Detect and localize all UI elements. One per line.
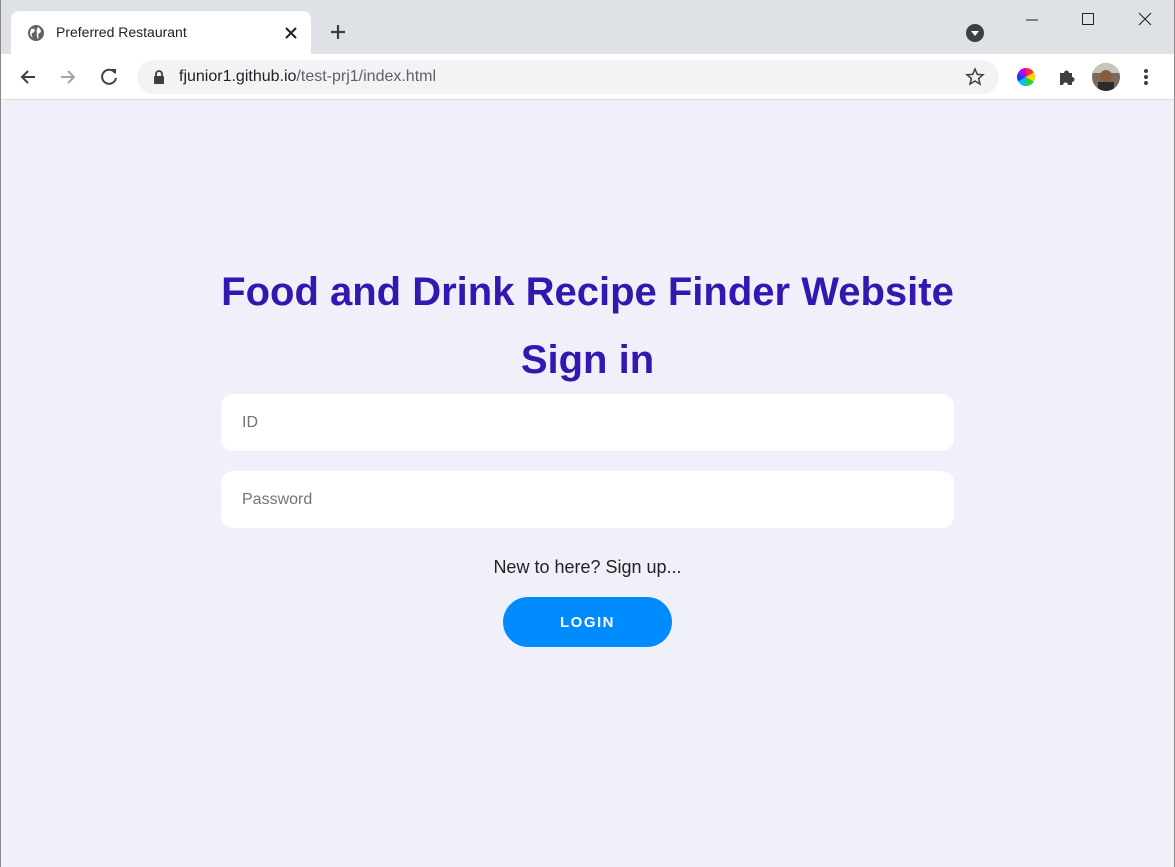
- window-border-left: [0, 0, 1, 867]
- login-button[interactable]: LOGIN: [503, 597, 672, 647]
- url-text[interactable]: fjunior1.github.io/test-prj1/index.html: [179, 68, 436, 86]
- avatar[interactable]: [1092, 63, 1120, 91]
- close-icon[interactable]: [281, 23, 301, 43]
- site-title: Food and Drink Recipe Finder Website: [221, 270, 954, 314]
- url-host: fjunior1.github.io: [179, 68, 297, 85]
- plus-icon[interactable]: [326, 20, 350, 44]
- id-input[interactable]: [221, 394, 954, 451]
- lock-icon[interactable]: [152, 70, 166, 84]
- browser-tab[interactable]: Preferred Restaurant: [11, 11, 311, 54]
- maximize-icon[interactable]: [1068, 6, 1108, 34]
- reload-icon[interactable]: [96, 64, 122, 90]
- page-viewport: Food and Drink Recipe Finder Website Sig…: [0, 100, 1175, 867]
- browser-toolbar: fjunior1.github.io/test-prj1/index.html: [0, 54, 1175, 100]
- tab-title: Preferred Restaurant: [56, 24, 187, 40]
- minimize-icon[interactable]: [1012, 6, 1052, 34]
- url-path: /test-prj1/index.html: [296, 68, 437, 85]
- signup-link[interactable]: New to here? Sign up...: [0, 557, 1175, 578]
- color-wheel-icon[interactable]: [1016, 67, 1036, 87]
- kebab-menu-icon[interactable]: [1136, 65, 1156, 89]
- arrow-left-icon[interactable]: [15, 64, 41, 90]
- puzzle-icon[interactable]: [1056, 66, 1078, 88]
- globe-icon: [27, 24, 45, 42]
- close-icon[interactable]: [1125, 6, 1165, 34]
- star-icon[interactable]: [965, 67, 985, 87]
- chevron-down-circle-icon[interactable]: [965, 23, 985, 43]
- signin-title: Sign in: [520, 338, 655, 382]
- password-input[interactable]: [221, 471, 954, 528]
- arrow-right-icon[interactable]: [55, 64, 81, 90]
- tab-strip: Preferred Restaurant: [0, 0, 1175, 54]
- address-bar[interactable]: fjunior1.github.io/test-prj1/index.html: [137, 60, 999, 94]
